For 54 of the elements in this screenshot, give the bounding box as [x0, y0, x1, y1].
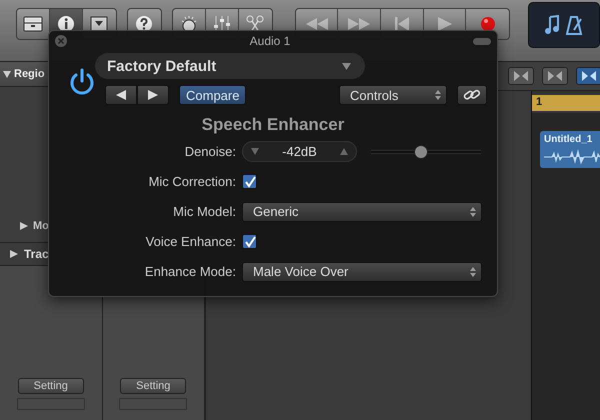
- track-header-label: Trac: [24, 247, 49, 261]
- tool-button[interactable]: [542, 67, 568, 85]
- zoom-arrows-icon: [513, 70, 529, 82]
- checkbox[interactable]: [242, 174, 257, 189]
- disclosure-icon[interactable]: [10, 250, 18, 258]
- region-header-label: Regio: [14, 68, 45, 80]
- down-arrow-icon: [251, 148, 259, 155]
- collapse-button[interactable]: [472, 38, 491, 44]
- music-note-icon: [544, 15, 560, 35]
- link-button[interactable]: [457, 85, 487, 105]
- right-arrow-icon: [148, 90, 158, 100]
- setting-button[interactable]: Setting: [18, 378, 84, 394]
- disclosure-icon[interactable]: [20, 222, 28, 230]
- checkbox[interactable]: [242, 234, 257, 249]
- mixer-icon: [212, 15, 232, 33]
- preset-menu[interactable]: Factory Default: [95, 53, 365, 79]
- disclosure-icon[interactable]: [3, 70, 11, 78]
- more-label: Mo: [33, 220, 49, 232]
- setting-button[interactable]: Setting: [120, 378, 186, 394]
- close-icon[interactable]: [55, 35, 67, 47]
- dropdown-select[interactable]: Male Voice Over: [242, 262, 482, 282]
- tool-button[interactable]: [576, 67, 600, 85]
- zoom-arrows-icon: [547, 70, 563, 82]
- previous-preset-button[interactable]: [105, 85, 137, 105]
- window-title: Audio 1: [250, 34, 290, 48]
- plugin-name: Speech Enhancer: [202, 115, 344, 135]
- scissors-icon: [245, 15, 266, 33]
- dropdown-icon: [90, 16, 108, 32]
- next-preset-button[interactable]: [137, 85, 169, 105]
- parameter-label: Voice Enhance:: [144, 234, 236, 249]
- stepper-arrows-icon: [470, 266, 476, 276]
- audio-region[interactable]: Untitled_1: [540, 131, 600, 168]
- left-arrow-icon: [116, 90, 126, 100]
- parameter-label: Mic Correction:: [148, 174, 236, 189]
- denoise-stepper[interactable]: -42dB: [242, 141, 357, 162]
- compare-button[interactable]: Compare: [179, 85, 246, 105]
- zoom-arrows-icon: [581, 70, 597, 82]
- parameter-label: Denoise:: [184, 144, 236, 159]
- region-name: Untitled_1: [544, 134, 594, 145]
- stepper-arrows-icon: [470, 206, 476, 216]
- stepper-arrows-icon: [435, 90, 441, 100]
- dropdown-select[interactable]: Generic: [242, 202, 482, 222]
- link-icon: [463, 88, 481, 102]
- view-select[interactable]: Controls: [339, 85, 447, 105]
- skip-back-icon: [394, 17, 409, 31]
- metronome-icon: [566, 15, 584, 35]
- up-arrow-icon: [340, 148, 348, 155]
- bar-number: 1: [532, 95, 600, 111]
- drawer-icon: [22, 16, 43, 32]
- waveform-drawing: [544, 149, 600, 165]
- parameter-label: Enhance Mode:: [144, 264, 236, 279]
- parameter-label: Mic Model:: [172, 204, 236, 219]
- record-icon: [480, 16, 496, 32]
- tool-button[interactable]: [508, 67, 534, 85]
